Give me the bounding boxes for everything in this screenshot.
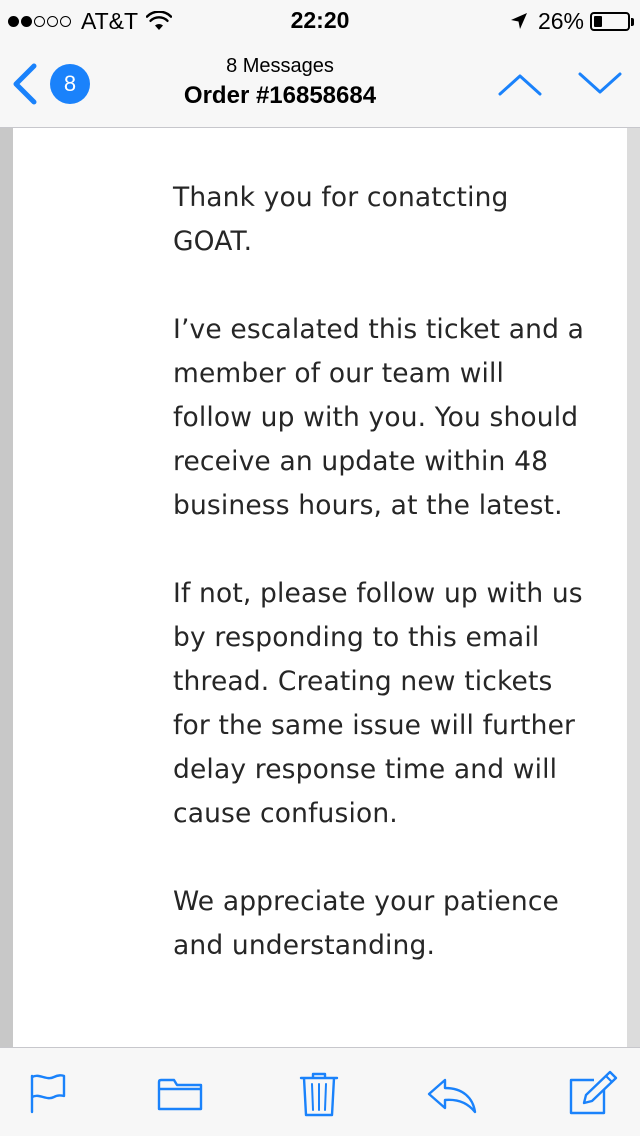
reply-button[interactable] [423,1070,479,1118]
email-text-line: for the same issue will further [173,710,576,741]
navigation-bar: 8 8 Messages Order #16858684 [0,40,640,128]
left-gutter [0,128,13,1047]
unread-count-badge: 8 [50,64,90,104]
bottom-toolbar [0,1047,640,1136]
email-paragraph: Thank you for conatcting GOAT. [173,176,618,264]
email-text-line: GOAT. [173,226,253,257]
compose-button[interactable] [564,1070,620,1118]
chevron-down-icon [578,72,622,94]
chevron-up-icon [498,74,542,96]
email-paragraph: We appreciate your patience and understan… [173,880,618,968]
previous-message-button[interactable] [494,68,546,100]
reply-icon [427,1078,477,1114]
email-body: Thank you for conatcting GOAT. I’ve escala… [173,176,618,1012]
email-page: Thank you for conatcting GOAT. I’ve escala… [13,128,627,1047]
battery-fill [594,15,602,27]
email-text-line: business hours, at the latest. [173,490,563,521]
email-text-line: member of our team will [173,358,505,389]
compose-icon [569,1070,618,1115]
trash-icon [299,1072,339,1117]
message-navigation [466,68,626,100]
location-arrow-icon [510,13,527,29]
email-text-line: We appreciate your patience [173,886,560,917]
email-text-line: by responding to this email [173,622,540,653]
email-text-line: If not, please follow up with us [173,578,583,609]
battery-icon [590,11,634,31]
email-text-line: follow up with you. You should [173,402,579,433]
next-message-button[interactable] [574,68,626,100]
flag-icon [30,1074,66,1114]
status-right: 26% [510,7,634,35]
folder-icon [157,1078,203,1111]
email-text-line: thread. Creating new tickets [173,666,553,697]
mail-screen: AT&T 22:20 26% 8 8 Messages Order #16858… [0,0,640,1136]
flag-button[interactable] [20,1070,76,1118]
email-text-line: Thank you for conatcting [173,182,509,213]
nav-title-block: 8 Messages Order #16858684 [120,54,440,112]
email-text-line: delay response time and will [173,754,558,785]
chevron-left-icon [13,63,37,105]
right-gutter [627,128,640,1047]
battery-percentage: 26% [537,8,584,34]
move-to-folder-button[interactable] [152,1070,208,1118]
battery-cap [631,17,634,26]
email-text-line: I’ve escalated this ticket and a [173,314,585,345]
trash-button[interactable] [291,1070,347,1118]
email-text-line: and understanding. [173,930,436,961]
page-title: Order #16858684 [183,82,377,109]
email-text-line: receive an update within 48 [173,446,549,477]
back-button[interactable]: 8 [10,62,90,106]
message-count: 8 Messages [226,55,334,77]
email-paragraph: I’ve escalated this ticket and a member o… [173,308,618,528]
email-text-line: cause confusion. [173,798,398,829]
email-paragraph: If not, please follow up with us by respo… [173,572,618,836]
email-content-area[interactable]: Thank you for conatcting GOAT. I’ve escala… [0,128,640,1047]
status-bar: AT&T 22:20 26% [0,0,640,40]
